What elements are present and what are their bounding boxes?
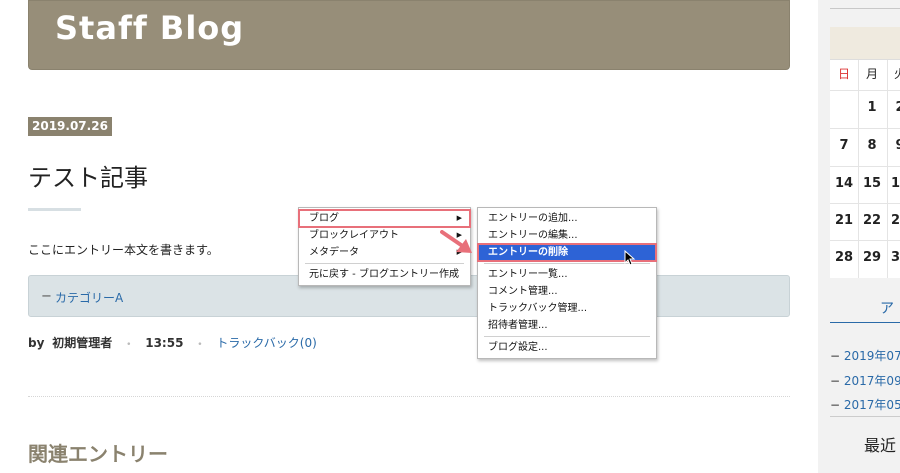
menu-separator bbox=[305, 263, 464, 264]
menu-separator bbox=[484, 336, 650, 337]
menu-item-label: ブログ bbox=[309, 213, 339, 224]
related-entries-heading: 関連エントリー bbox=[28, 442, 168, 466]
archive-item[interactable]: − 2017年05 bbox=[830, 396, 900, 413]
post-body: ここにエントリー本文を書きます。 bbox=[28, 243, 219, 257]
archive-link[interactable]: 2017年05 bbox=[844, 398, 900, 412]
trackback-link[interactable]: トラックバック(0) bbox=[216, 336, 316, 350]
calendar-gridline bbox=[887, 60, 888, 278]
calendar-day[interactable]: 8 bbox=[858, 128, 886, 164]
blog-header: Staff Blog bbox=[28, 0, 790, 70]
calendar-gridline bbox=[830, 90, 900, 91]
menu-item-label: ブロックレイアウト bbox=[309, 230, 399, 241]
calendar-day bbox=[830, 90, 858, 126]
calendar-dow: 火 bbox=[893, 67, 900, 81]
calendar-gridline bbox=[830, 166, 900, 167]
calendar-day[interactable]: 15 bbox=[858, 166, 886, 202]
calendar-day[interactable]: 29 bbox=[858, 240, 886, 276]
calendar-day[interactable]: 7 bbox=[830, 128, 858, 164]
calendar-gridline bbox=[830, 203, 900, 204]
calendar-dow: 月 bbox=[865, 67, 878, 81]
calendar-header bbox=[830, 27, 900, 59]
sidebar-section-rule bbox=[830, 322, 900, 323]
annotation-arrow-icon bbox=[440, 230, 472, 253]
calendar-day[interactable]: 28 bbox=[830, 240, 858, 276]
submenu-trackback-management[interactable]: トラックバック管理... bbox=[478, 300, 656, 317]
archive-link[interactable]: 2017年09 bbox=[844, 374, 900, 388]
calendar-day[interactable]: 30 bbox=[886, 240, 900, 276]
submenu-entry-list[interactable]: エントリー一覧... bbox=[478, 266, 656, 283]
submenu-add-entry[interactable]: エントリーの追加... bbox=[478, 210, 656, 227]
calendar-dow: 日 bbox=[837, 67, 850, 81]
calendar-gridline bbox=[830, 128, 900, 129]
sidebar-top-rule bbox=[830, 8, 900, 9]
calendar-day[interactable]: 16 bbox=[886, 166, 900, 202]
submenu-invitee-management[interactable]: 招待者管理... bbox=[478, 317, 656, 334]
meta-separator: • bbox=[126, 340, 132, 350]
calendar: 日 月 火 1 2 7 8 9 14 15 16 21 22 23 28 29 … bbox=[830, 59, 900, 278]
calendar-day[interactable]: 9 bbox=[886, 128, 900, 164]
archive-link[interactable]: 2019年07 bbox=[844, 349, 900, 363]
archive-dash-icon: − bbox=[830, 398, 841, 412]
calendar-day[interactable]: 14 bbox=[830, 166, 858, 202]
blog-title[interactable]: Staff Blog bbox=[55, 9, 244, 47]
archive-dash-icon: − bbox=[830, 349, 841, 363]
submenu-arrow-icon: ▶ bbox=[456, 214, 462, 222]
submenu-blog-settings[interactable]: ブログ設定... bbox=[478, 339, 656, 356]
submenu-edit-entry[interactable]: エントリーの編集... bbox=[478, 227, 656, 244]
archive-item[interactable]: − 2017年09 bbox=[830, 372, 900, 389]
category-link[interactable]: カテゴリーA bbox=[55, 289, 123, 306]
post-date-badge: 2019.07.26 bbox=[28, 117, 112, 136]
menu-item-blog[interactable]: ブログ ▶ bbox=[298, 209, 471, 228]
calendar-day[interactable]: 23 bbox=[886, 203, 900, 239]
calendar-day[interactable]: 1 bbox=[858, 90, 886, 126]
submenu-comment-management[interactable]: コメント管理... bbox=[478, 283, 656, 300]
category-dash-icon: − bbox=[41, 289, 52, 304]
recent-heading: 最近 bbox=[864, 436, 897, 455]
archive-item[interactable]: − 2019年07 bbox=[830, 347, 900, 364]
calendar-day[interactable]: 22 bbox=[858, 203, 886, 239]
calendar-gridline bbox=[858, 60, 859, 278]
post-title[interactable]: テスト記事 bbox=[28, 158, 148, 193]
meta-by: by bbox=[28, 336, 45, 350]
calendar-gridline bbox=[830, 240, 900, 241]
section-divider bbox=[28, 396, 790, 397]
calendar-day[interactable]: 21 bbox=[830, 203, 858, 239]
sidebar-divider bbox=[830, 416, 900, 417]
sidebar-section-heading: ア bbox=[880, 301, 894, 317]
meta-time: 13:55 bbox=[145, 336, 184, 350]
meta-separator: • bbox=[197, 340, 203, 350]
blog-submenu: エントリーの追加... エントリーの編集... エントリーの削除 エントリー一覧… bbox=[477, 207, 657, 359]
menu-item-label: メタデータ bbox=[309, 247, 359, 258]
title-underline bbox=[28, 208, 81, 211]
archive-dash-icon: − bbox=[830, 374, 841, 388]
menu-item-label: 元に戻す - ブログエントリー作成 bbox=[309, 269, 459, 280]
menu-item-undo[interactable]: 元に戻す - ブログエントリー作成 bbox=[299, 266, 470, 283]
mouse-cursor-icon bbox=[624, 250, 636, 266]
calendar-day[interactable]: 2 bbox=[886, 90, 900, 126]
post-meta: by 初期管理者 • 13:55 • トラックバック(0) bbox=[28, 334, 317, 351]
meta-author: 初期管理者 bbox=[52, 336, 113, 350]
